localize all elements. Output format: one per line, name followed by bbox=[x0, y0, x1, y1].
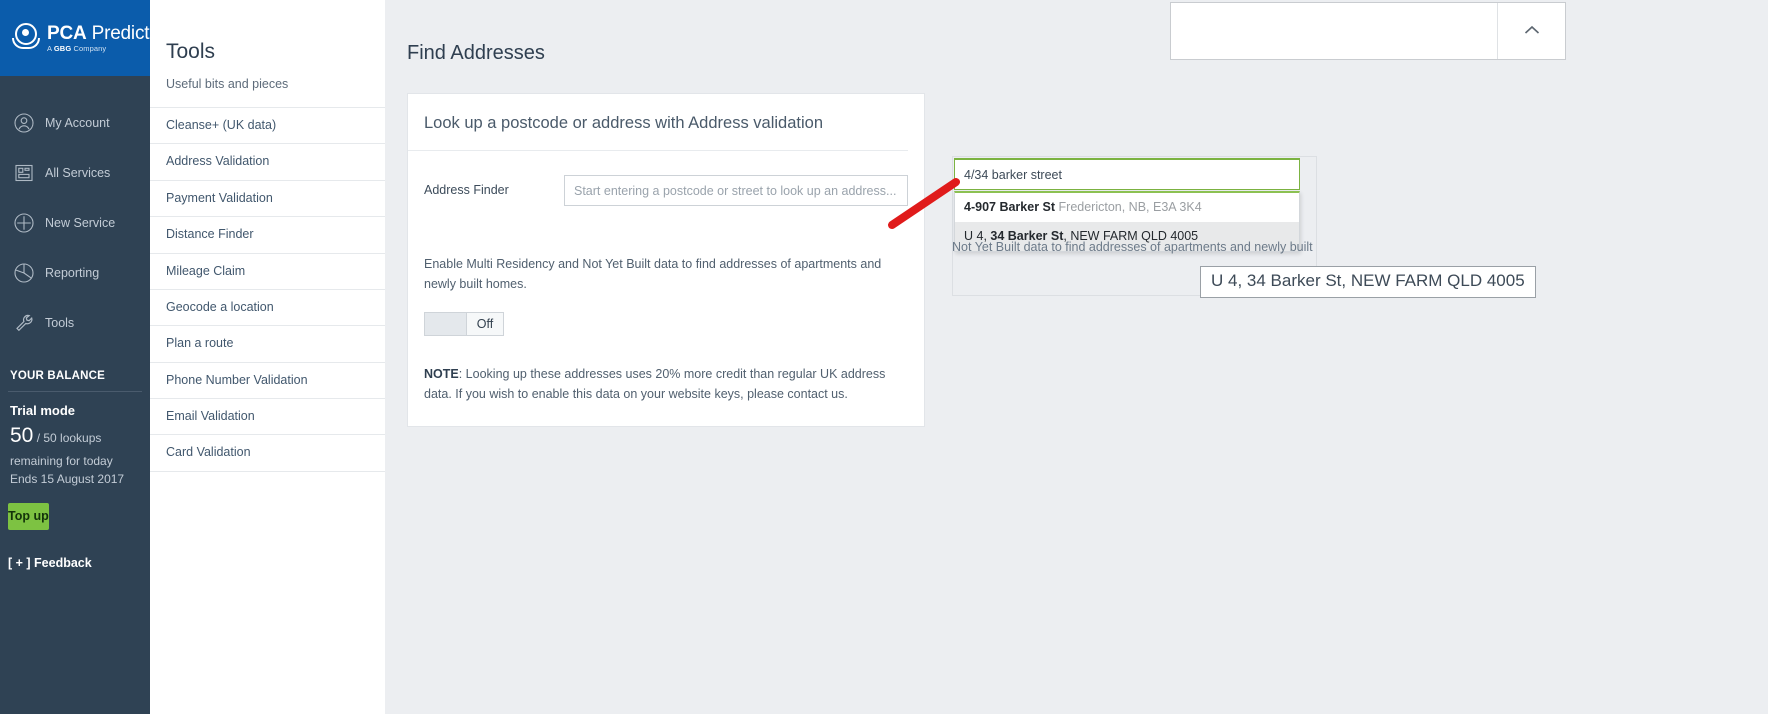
balance-details: Trial mode 50 / 50 lookups remaining for… bbox=[0, 392, 150, 489]
balance-ends: Ends 15 August 2017 bbox=[10, 472, 125, 487]
balance-count: 50 bbox=[10, 424, 34, 447]
tool-link[interactable]: Cleanse+ (UK data) bbox=[150, 107, 385, 143]
sidebar-item-label: My Account bbox=[45, 116, 110, 130]
app-root: PCA Predict A GBG Company My Account All… bbox=[0, 0, 1768, 714]
address-finder-row: Address Finder bbox=[408, 151, 924, 206]
lookup-card: Look up a postcode or address with Addre… bbox=[407, 93, 925, 427]
overlay-search-value: 4/34 barker street bbox=[964, 167, 1062, 182]
sidebar-item-all-services[interactable]: All Services bbox=[0, 148, 150, 198]
collapse-panel-button[interactable] bbox=[1497, 3, 1565, 59]
multi-residency-helper-text: Enable Multi Residency and Not Yet Built… bbox=[424, 257, 882, 292]
pca-predict-logo-icon bbox=[12, 23, 42, 53]
balance-heading: YOUR BALANCE bbox=[10, 370, 106, 382]
wrench-icon bbox=[13, 312, 35, 334]
sidebar-item-label: Reporting bbox=[45, 266, 100, 280]
sidebar-item-label: All Services bbox=[45, 166, 111, 180]
brand-tagline-suffix: Company bbox=[71, 43, 107, 53]
tools-panel-title: Tools bbox=[166, 40, 216, 63]
top-up-button[interactable]: Top up bbox=[8, 502, 49, 530]
toggle-state-label: Off bbox=[466, 312, 503, 335]
brand-tagline-prefix: A bbox=[47, 43, 54, 53]
suggestion-primary: 4-907 Barker St bbox=[964, 200, 1056, 214]
selected-address-callout: U 4, 34 Barker St, NEW FARM QLD 4005 bbox=[1200, 266, 1536, 298]
note-label: NOTE bbox=[424, 366, 459, 381]
floating-top-panel bbox=[1170, 2, 1566, 60]
user-circle-icon bbox=[13, 112, 35, 134]
tools-link-list: Cleanse+ (UK data) Address Validation Paym… bbox=[150, 107, 385, 472]
sidebar-item-label: New Service bbox=[45, 216, 116, 230]
sidebar-item-reporting[interactable]: Reporting bbox=[0, 248, 150, 298]
floating-panel-body bbox=[1171, 3, 1497, 59]
tool-link[interactable]: Payment Validation bbox=[150, 179, 385, 216]
feedback-link[interactable]: [ + ] Feedback bbox=[0, 530, 150, 570]
card-heading: Look up a postcode or address with Addre… bbox=[408, 94, 908, 151]
brand-logo[interactable]: PCA Predict A GBG Company bbox=[0, 0, 150, 76]
overlay-search-input[interactable]: 4/34 barker street bbox=[954, 158, 1300, 190]
balance-remaining: remaining for today bbox=[10, 453, 113, 468]
tool-link[interactable]: Card Validation bbox=[150, 434, 385, 472]
credit-note: NOTE: Looking up these addresses uses 20… bbox=[408, 340, 924, 427]
tool-link[interactable]: Geocode a location bbox=[150, 288, 385, 325]
balance-count-suffix: / 50 lookups bbox=[33, 431, 102, 445]
tool-link[interactable]: Email Validation bbox=[150, 398, 385, 434]
brand-name-light: Predict bbox=[86, 22, 150, 44]
tools-panel-subtitle: Useful bits and pieces bbox=[166, 77, 289, 91]
note-text: : Looking up these addresses uses 20% mo… bbox=[424, 366, 886, 401]
suggestion-item-0[interactable]: 4-907 Barker St Fredericton, NB, E3A 3K4 bbox=[955, 193, 1299, 222]
brand-wordmark: PCA Predict A GBG Company bbox=[47, 22, 150, 53]
plus-circle-icon bbox=[13, 212, 35, 234]
tool-link[interactable]: Plan a route bbox=[150, 325, 385, 361]
tool-link[interactable]: Address Validation bbox=[150, 143, 385, 179]
brand-name-bold: PCA bbox=[47, 22, 87, 44]
sidebar-item-my-account[interactable]: My Account bbox=[0, 98, 150, 148]
tools-panel: Tools Useful bits and pieces Cleanse+ (U… bbox=[150, 0, 385, 714]
address-finder-label: Address Finder bbox=[424, 183, 509, 197]
balance-mode: Trial mode bbox=[10, 403, 76, 418]
sidebar-item-label: Tools bbox=[45, 316, 75, 330]
brand-tagline-bold: GBG bbox=[53, 43, 72, 53]
tool-link[interactable]: Distance Finder bbox=[150, 216, 385, 252]
suggestion-secondary: Fredericton, NB, E3A 3K4 bbox=[1058, 200, 1202, 214]
sidebar-item-new-service[interactable]: New Service bbox=[0, 198, 150, 248]
toggle-knob bbox=[425, 312, 466, 335]
tool-link[interactable]: Phone Number Validation bbox=[150, 361, 385, 398]
sidebar-nav: My Account All Services New Service Repo… bbox=[0, 76, 150, 348]
sidebar: PCA Predict A GBG Company My Account All… bbox=[0, 0, 150, 714]
pie-chart-icon bbox=[13, 262, 35, 284]
multi-residency-toggle[interactable]: Off bbox=[424, 311, 504, 336]
main-content: Find Addresses Look up a postcode or add… bbox=[385, 0, 1768, 714]
sidebar-item-tools[interactable]: Tools bbox=[0, 298, 150, 348]
address-finder-input[interactable] bbox=[564, 175, 908, 206]
overlay-overflow-text: Not Yet Built data to find addresses of … bbox=[952, 240, 1313, 254]
tool-link[interactable]: Mileage Claim bbox=[150, 252, 385, 289]
grid-panel-icon bbox=[13, 162, 35, 184]
chevron-up-icon bbox=[1524, 22, 1540, 40]
